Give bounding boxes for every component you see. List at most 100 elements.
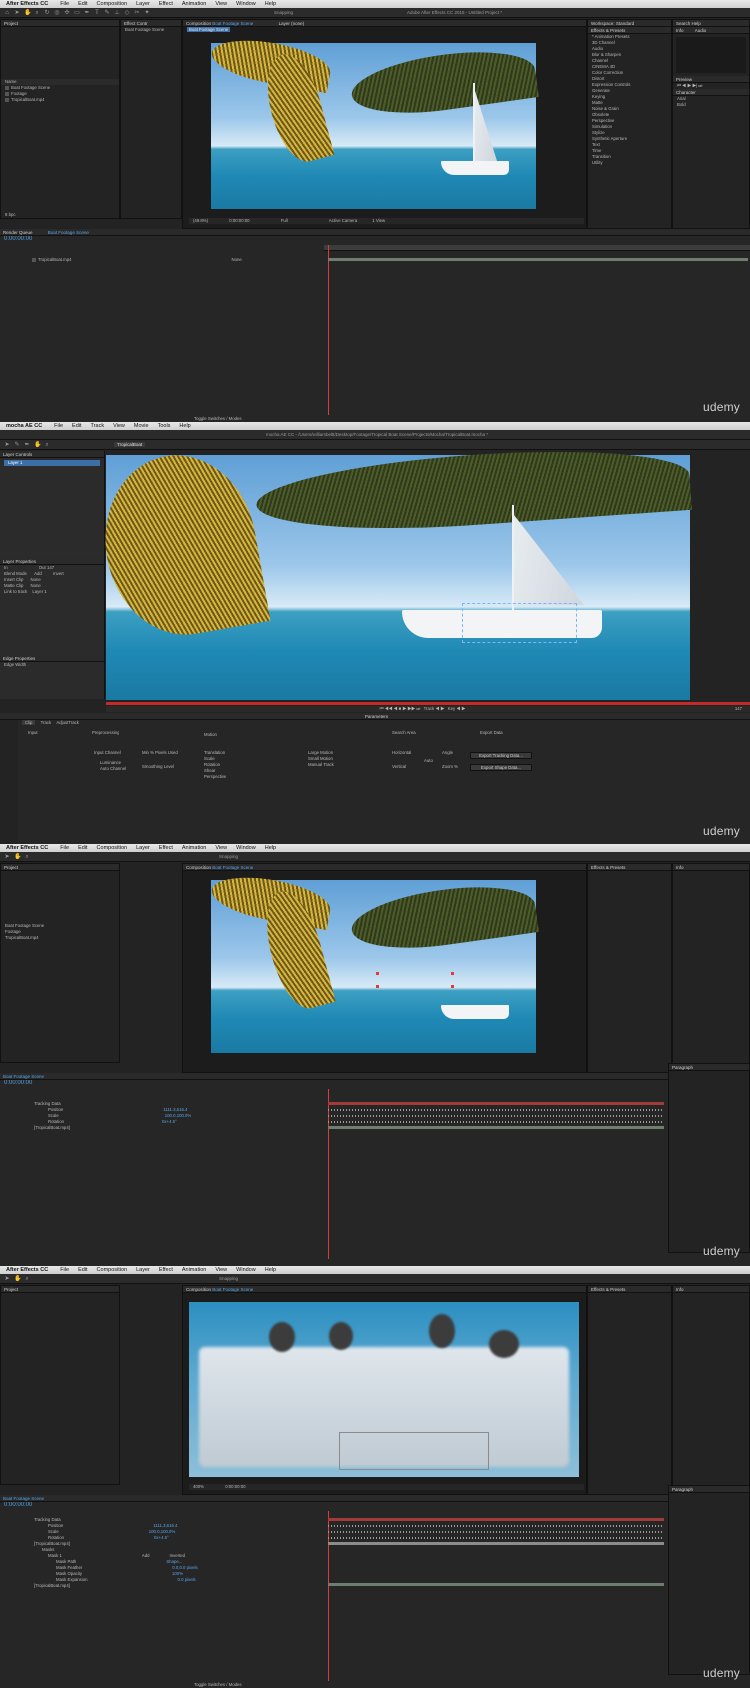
property-value[interactable]: 0x+4.5° bbox=[154, 1535, 169, 1540]
stamp-tool-icon[interactable]: ⊥ bbox=[114, 10, 120, 16]
menu-file[interactable]: File bbox=[60, 1267, 69, 1273]
mask-outline[interactable] bbox=[339, 1432, 489, 1470]
timeline-row[interactable]: [TropicalBoat.mp4] bbox=[30, 1583, 320, 1589]
layer-row[interactable]: [TropicalBoat.mp4] bbox=[30, 1125, 70, 1131]
xspline-tool-icon[interactable]: ✎ bbox=[14, 442, 20, 448]
track-point[interactable] bbox=[376, 985, 379, 988]
character-tab[interactable]: Character bbox=[673, 89, 749, 96]
menu-edit[interactable]: Edit bbox=[78, 1267, 87, 1273]
puppet-tool-icon[interactable]: ✦ bbox=[144, 10, 150, 16]
project-panel-title[interactable]: Project bbox=[1, 1286, 119, 1293]
eraser-tool-icon[interactable]: ◇ bbox=[124, 10, 130, 16]
zoom-tool-icon[interactable]: ⌕ bbox=[44, 442, 50, 448]
info-tab[interactable]: Info bbox=[673, 1286, 749, 1293]
export-shape-button[interactable]: Export Shape Data... bbox=[470, 764, 532, 771]
menu-composition[interactable]: Composition bbox=[97, 1267, 128, 1273]
menu-edit[interactable]: Edit bbox=[78, 845, 87, 851]
hand-tool-icon[interactable]: ✋ bbox=[14, 854, 21, 860]
viewer-views[interactable]: 1 View bbox=[372, 218, 385, 223]
camera-tool-icon[interactable]: ◎ bbox=[54, 10, 60, 16]
menu-layer[interactable]: Layer bbox=[136, 845, 150, 851]
hand-tool-icon[interactable]: ✋ bbox=[34, 442, 41, 448]
track-point[interactable] bbox=[451, 985, 454, 988]
menu-animation[interactable]: Animation bbox=[182, 1267, 206, 1273]
menu-window[interactable]: Window bbox=[236, 1267, 256, 1273]
effects-presets-tab[interactable]: Effects & Presets bbox=[588, 27, 671, 34]
app-menu[interactable]: After Effects CC bbox=[6, 1, 48, 7]
pan-behind-icon[interactable]: ✣ bbox=[64, 10, 70, 16]
menu-view[interactable]: View bbox=[215, 845, 227, 851]
menu-effect[interactable]: Effect bbox=[159, 845, 173, 851]
brush-tool-icon[interactable]: ✎ bbox=[104, 10, 110, 16]
composition-tab[interactable]: Composition Boat Footage Scene bbox=[183, 864, 586, 871]
search-help[interactable]: Search Help bbox=[673, 20, 749, 27]
layer-duration-bar[interactable] bbox=[328, 1518, 664, 1521]
menu-layer[interactable]: Layer bbox=[136, 1, 150, 7]
keyframes[interactable] bbox=[328, 1537, 664, 1539]
property-value[interactable]: 100% bbox=[172, 1571, 183, 1576]
app-menu[interactable]: After Effects CC bbox=[6, 845, 48, 851]
pen-tool-icon[interactable]: ✒ bbox=[84, 10, 90, 16]
menu-edit[interactable]: Edit bbox=[78, 1, 87, 7]
effects-presets-tab[interactable]: Effects & Presets bbox=[588, 1286, 671, 1293]
transport-controls[interactable]: ⏮ ◀◀ ◀ ■ ▶ ▶▶ ⏭ Track ◀ ▶ Key ◀ ▶ 147 bbox=[106, 706, 750, 712]
menu-file[interactable]: File bbox=[60, 845, 69, 851]
effects-category[interactable]: Utility bbox=[588, 160, 671, 166]
menu-composition[interactable]: Composition bbox=[97, 845, 128, 851]
video-preview[interactable] bbox=[208, 869, 539, 1053]
track-point[interactable] bbox=[376, 972, 379, 975]
mocha-viewer[interactable] bbox=[91, 439, 692, 700]
menu-help[interactable]: Help bbox=[179, 423, 190, 429]
selection-tool-icon[interactable]: ➤ bbox=[4, 1276, 10, 1282]
app-menu[interactable]: After Effects CC bbox=[6, 1267, 48, 1273]
keyframes[interactable] bbox=[328, 1121, 664, 1123]
type-tool-icon[interactable]: T bbox=[94, 10, 100, 16]
viewer-time[interactable]: 0:00:00:00 bbox=[229, 218, 249, 223]
paragraph-tab[interactable]: Paragraph bbox=[669, 1064, 749, 1071]
menu-file[interactable]: File bbox=[60, 1, 69, 7]
project-item[interactable]: TropicalBoat.mp4 bbox=[1, 935, 119, 941]
viewer-camera[interactable]: Active Camera bbox=[329, 218, 357, 223]
menu-help[interactable]: Help bbox=[265, 845, 276, 851]
layer-row[interactable]: TropicalBoat.mp4 None bbox=[28, 257, 318, 263]
menu-help[interactable]: Help bbox=[265, 1, 276, 7]
effect-controls-tab[interactable]: Effect Contr bbox=[121, 20, 181, 27]
snapping-label[interactable]: Snapping bbox=[219, 1276, 238, 1281]
menu-effect[interactable]: Effect bbox=[159, 1267, 173, 1273]
menu-window[interactable]: Window bbox=[236, 845, 256, 851]
select-tool-icon[interactable]: ➤ bbox=[4, 442, 10, 448]
keyframes[interactable] bbox=[328, 1115, 664, 1117]
zoomed-preview[interactable] bbox=[189, 1302, 579, 1477]
viewer-zoom[interactable]: (49.8%) bbox=[193, 218, 208, 223]
viewer-time[interactable]: 0:00:00:00 bbox=[225, 1484, 245, 1489]
layer-duration-bar[interactable] bbox=[328, 1102, 664, 1105]
composition-tab[interactable]: Composition Boat Footage Scene bbox=[183, 1286, 586, 1293]
menu-effect[interactable]: Effect bbox=[159, 1, 173, 7]
viewer-zoom[interactable]: 400% bbox=[193, 1484, 204, 1489]
motion-perspective[interactable]: Perspective bbox=[200, 774, 226, 780]
selection-tool-icon[interactable]: ➤ bbox=[14, 10, 20, 16]
keyframes[interactable] bbox=[328, 1525, 664, 1527]
selection-tool-icon[interactable]: ➤ bbox=[4, 854, 10, 860]
property-value[interactable]: 100.0,100.0% bbox=[149, 1529, 176, 1534]
info-tab[interactable]: Info bbox=[673, 864, 749, 871]
menu-tools[interactable]: Tools bbox=[158, 423, 171, 429]
menu-edit[interactable]: Edit bbox=[72, 423, 81, 429]
app-menu[interactable]: mocha AE CC bbox=[6, 423, 42, 429]
zoom-tool-icon[interactable]: ⌕ bbox=[24, 854, 30, 860]
tracking-spline[interactable] bbox=[462, 603, 577, 643]
property-value[interactable]: 0.0 pixels bbox=[178, 1577, 196, 1582]
auto-checkbox[interactable]: Auto bbox=[420, 758, 433, 764]
timecode[interactable]: 0:00:00:00 bbox=[0, 1080, 750, 1088]
menu-file[interactable]: File bbox=[54, 423, 63, 429]
track-point[interactable] bbox=[451, 972, 454, 975]
video-preview[interactable] bbox=[208, 32, 539, 209]
hand-tool-icon[interactable]: ✋ bbox=[24, 10, 31, 16]
composition-tab[interactable]: Composition Boat Footage Scene Layer (no… bbox=[183, 20, 586, 27]
keyframes[interactable] bbox=[328, 1531, 664, 1533]
timecode[interactable]: 0:00:00:00 bbox=[0, 236, 750, 244]
comp-breadcrumb[interactable]: Boat Footage Scene bbox=[183, 27, 586, 33]
info-tab[interactable]: Info Audio bbox=[673, 27, 749, 34]
playhead[interactable] bbox=[328, 245, 329, 415]
timecode[interactable]: 0:00:00:00 bbox=[0, 1502, 750, 1510]
